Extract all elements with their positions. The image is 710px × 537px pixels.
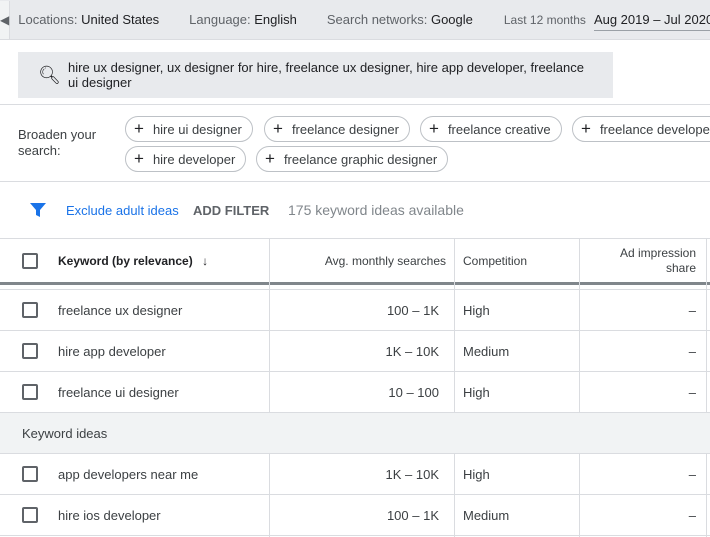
keyword-search-input[interactable]: 🔍︎ hire ux designer, ux designer for hir… — [18, 52, 613, 98]
caret-left-icon: ◀ — [0, 12, 10, 27]
row-checkbox[interactable] — [22, 302, 38, 318]
top-bar: ◀ Locations: United States Language: Eng… — [0, 0, 710, 40]
language-filter[interactable]: Language: English — [189, 12, 297, 27]
period-label: Last 12 months — [503, 12, 586, 27]
locations-filter[interactable]: Locations: United States — [18, 12, 159, 27]
row-checkbox[interactable] — [22, 384, 38, 400]
plus-icon: + — [273, 119, 283, 138]
broaden-chip[interactable]: + freelance creative — [420, 116, 562, 142]
add-filter-button[interactable]: ADD FILTER — [193, 203, 269, 218]
table-row: freelance ui designer 10 – 100 High – — [0, 372, 710, 413]
table-row: app developers near me 1K – 10K High – — [0, 454, 710, 495]
broaden-chip[interactable]: + freelance developer — [572, 116, 710, 142]
row-checkbox[interactable] — [22, 466, 38, 482]
plus-icon: + — [265, 149, 275, 168]
plus-icon: + — [429, 119, 439, 138]
keyword-count: 175 keyword ideas available — [288, 202, 464, 218]
broaden-chip[interactable]: + freelance designer — [264, 116, 410, 142]
filter-icon[interactable] — [29, 201, 47, 219]
keyword-column-header[interactable]: Keyword (by relevance) ↓ — [58, 254, 208, 268]
table-row: hire app developer 1K – 10K Medium – — [0, 331, 710, 372]
plus-icon: + — [581, 119, 591, 138]
filter-bar: Exclude adult ideas ADD FILTER 175 keywo… — [0, 201, 710, 219]
searches-column-header[interactable]: Avg. monthly searches — [325, 254, 446, 268]
broaden-chip[interactable]: + hire ui designer — [125, 116, 253, 142]
arrow-down-icon: ↓ — [202, 253, 209, 268]
networks-filter[interactable]: Search networks: Google — [327, 12, 473, 27]
table-row: hire ios developer 100 – 1K Medium – — [0, 495, 710, 536]
row-checkbox[interactable] — [22, 343, 38, 359]
section-header: Keyword ideas — [0, 413, 710, 454]
search-icon: 🔍︎ — [38, 64, 61, 85]
select-all-checkbox[interactable] — [22, 252, 38, 269]
broaden-chip[interactable]: + hire developer — [125, 146, 247, 172]
competition-column-header[interactable]: Competition — [463, 254, 527, 268]
plus-icon: + — [134, 149, 144, 168]
table-header: Keyword (by relevance) ↓ Avg. monthly se… — [0, 239, 710, 285]
impression-column-header[interactable]: Ad impression share — [606, 246, 696, 276]
broaden-chip[interactable]: + freelance graphic designer — [256, 146, 449, 172]
row-checkbox[interactable] — [22, 507, 38, 523]
broaden-label: Broaden your search: — [18, 127, 97, 158]
table-row: freelance ux designer 100 – 1K High – — [0, 290, 710, 331]
exclude-adult-ideas-link[interactable]: Exclude adult ideas — [66, 203, 179, 218]
date-range-select[interactable]: Aug 2019 – Jul 2020 — [593, 12, 710, 31]
collapse-button[interactable]: ◀ — [0, 0, 11, 39]
plus-icon: + — [134, 119, 144, 138]
